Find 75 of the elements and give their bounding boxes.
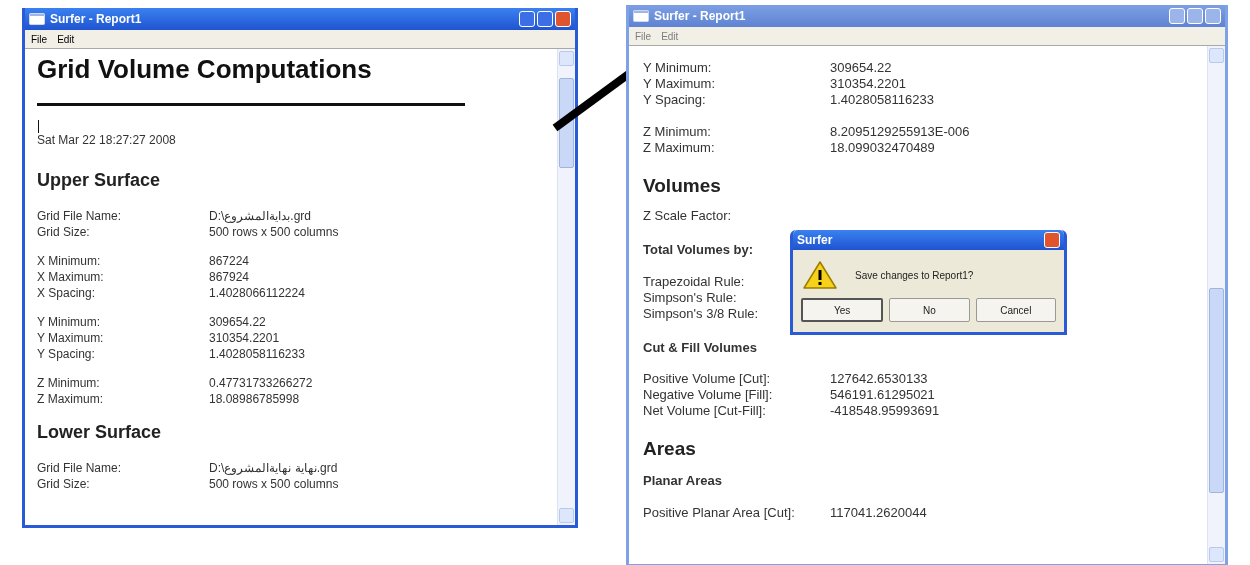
- field-value: 546191.61295021: [830, 387, 935, 403]
- field-label: Grid File Name:: [37, 208, 123, 224]
- field-value: 500 rows x 500 columns: [209, 476, 339, 492]
- dialog-button[interactable]: No: [889, 298, 970, 322]
- field-label: Net Volume [Cut-Fill]:: [643, 403, 767, 419]
- field-label: Z Scale Factor:: [643, 208, 733, 224]
- field-value: 1.4028066112224: [209, 285, 305, 301]
- field-label: Grid File Name:: [37, 460, 123, 476]
- warning-icon: [803, 260, 837, 290]
- field-value: 500 rows x 500 columns: [209, 224, 339, 240]
- field-value: 310354.2201: [209, 330, 280, 346]
- field-label: Z Maximum:: [37, 391, 104, 407]
- dialog-title: Surfer: [797, 232, 833, 249]
- field-label: Z Minimum:: [37, 375, 101, 391]
- field-label: Y Minimum:: [37, 314, 102, 330]
- field-value: D:\بدايةالمشروع.grd: [209, 208, 312, 224]
- section-heading: Areas: [643, 437, 697, 461]
- report-title: Grid Volume Computations: [37, 53, 373, 85]
- dialog-button[interactable]: Cancel: [975, 298, 1056, 322]
- maximize-button[interactable]: [1187, 8, 1203, 24]
- field-value: 0.47731733266272: [209, 375, 313, 391]
- window-icon: [29, 13, 45, 25]
- field-value: 18.099032470489: [830, 140, 935, 156]
- dialog-button[interactable]: Yes: [801, 298, 884, 322]
- menu-item[interactable]: File: [31, 31, 48, 47]
- window-title: Surfer - Report1: [654, 8, 746, 25]
- field-label: Y Minimum:: [643, 60, 713, 76]
- field-label: Simpson's Rule:: [643, 289, 738, 306]
- minimize-button[interactable]: [1169, 8, 1185, 24]
- field-label: Y Maximum:: [37, 330, 105, 346]
- subsection-heading: Cut & Fill Volumes: [643, 338, 758, 357]
- field-value: 117041.2620044: [830, 504, 927, 521]
- minimize-button[interactable]: [519, 11, 535, 27]
- field-label: Y Spacing:: [37, 346, 96, 362]
- field-value: 867924: [209, 269, 250, 285]
- field-value: 867224: [209, 253, 250, 269]
- window-icon: [633, 10, 649, 22]
- field-label: X Spacing:: [37, 285, 97, 301]
- field-label: Positive Planar Area [Cut]:: [643, 504, 796, 521]
- field-value: 310354.2201: [830, 76, 906, 92]
- dialog-message: Save changes to Report1?: [855, 268, 974, 283]
- field-label: Grid Size:: [37, 224, 91, 240]
- text-cursor: [38, 120, 39, 133]
- subsection-heading: Planar Areas: [643, 472, 723, 490]
- field-label: Y Maximum:: [643, 76, 716, 92]
- field-value: 8.2095129255913E-006: [830, 124, 970, 140]
- field-label: X Minimum:: [37, 253, 102, 269]
- close-button[interactable]: [555, 11, 571, 27]
- field-value: 1.4028058116233: [209, 346, 305, 362]
- window-title: Surfer - Report1: [50, 11, 142, 28]
- field-value: D:\نهاية نهايةالمشروع.grd: [209, 460, 338, 476]
- field-label: X Maximum:: [37, 269, 105, 285]
- field-value: 309654.22: [830, 60, 892, 76]
- field-value: 18.08986785998: [209, 391, 300, 407]
- field-label: Y Spacing:: [643, 92, 707, 108]
- field-label: Grid Size:: [37, 476, 91, 492]
- maximize-button[interactable]: [537, 11, 553, 27]
- menu-item[interactable]: Edit: [57, 31, 75, 47]
- section-heading: Upper Surface: [37, 169, 162, 192]
- field-label: Negative Volume [Fill]:: [643, 387, 774, 403]
- field-label: Trapezoidal Rule:: [643, 273, 746, 290]
- field-label: Z Minimum:: [643, 124, 712, 140]
- field-value: -418548.95993691: [830, 403, 940, 419]
- close-button[interactable]: [1044, 232, 1060, 248]
- close-button[interactable]: [1205, 8, 1221, 24]
- subsection-heading: Total Volumes by:: [643, 241, 755, 259]
- section-heading: Lower Surface: [37, 421, 163, 444]
- field-label: Positive Volume [Cut]:: [643, 371, 772, 387]
- field-value: 1.4028058116233: [830, 92, 934, 108]
- report-date: Sat Mar 22 18:27:27 2008: [37, 133, 177, 148]
- field-value: 127642.6530133: [830, 371, 928, 387]
- field-label: Z Maximum:: [643, 140, 716, 156]
- field-label: Simpson's 3/8 Rule:: [643, 305, 760, 322]
- section-heading: Volumes: [643, 174, 722, 198]
- field-value: 309654.22: [209, 314, 266, 330]
